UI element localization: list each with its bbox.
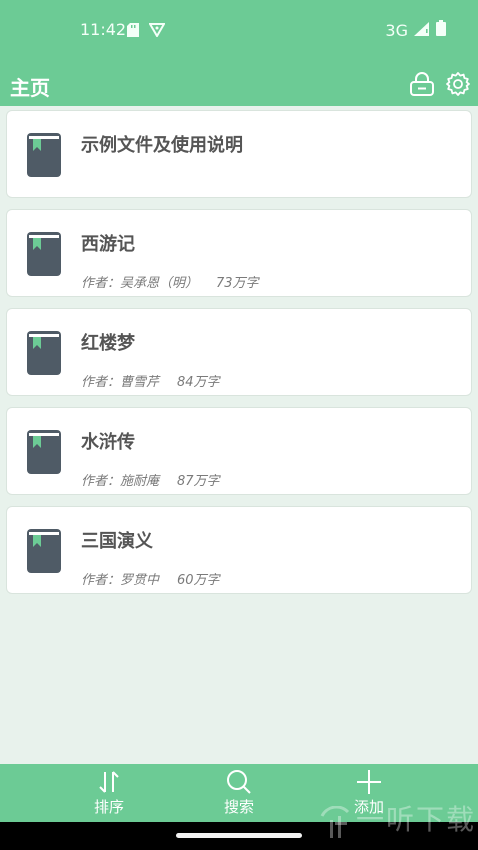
signal-icon bbox=[414, 21, 430, 40]
book-icon bbox=[27, 331, 61, 375]
book-word-count: 87万字 bbox=[177, 474, 220, 489]
book-meta: 作者：罗贯中 60万字 bbox=[81, 569, 220, 588]
shield-icon bbox=[148, 22, 166, 41]
book-icon bbox=[27, 529, 61, 573]
book-title: 西游记 bbox=[81, 234, 135, 255]
book-author: 作者：罗贯中 bbox=[81, 573, 160, 588]
search-icon bbox=[227, 770, 251, 794]
book-word-count: 84万字 bbox=[177, 375, 220, 390]
search-button[interactable]: 搜索 bbox=[189, 764, 289, 822]
status-right: 3G bbox=[385, 20, 446, 40]
sort-button[interactable]: 排序 bbox=[59, 764, 159, 822]
book-item-guide[interactable]: 示例文件及使用说明 bbox=[6, 110, 472, 198]
sort-icon bbox=[99, 771, 119, 793]
book-author: 作者：曹雪芹 bbox=[81, 375, 160, 390]
lock-button[interactable] bbox=[408, 70, 436, 98]
book-title: 三国演义 bbox=[81, 531, 153, 552]
book-list: 示例文件及使用说明 西游记 作者：吴承恩（明） 73万字 红楼梦 作者：曹雪芹 84… bbox=[6, 110, 472, 605]
book-icon bbox=[27, 133, 61, 177]
book-title: 示例文件及使用说明 bbox=[81, 135, 243, 156]
network-type: 3G bbox=[385, 20, 408, 40]
book-icon bbox=[27, 232, 61, 276]
settings-button[interactable] bbox=[444, 70, 472, 98]
book-item-sanguoyanyi[interactable]: 三国演义 作者：罗贯中 60万字 bbox=[6, 506, 472, 594]
search-label: 搜索 bbox=[223, 798, 254, 816]
status-time: 11:42 bbox=[80, 20, 127, 39]
status-notification-icons bbox=[127, 22, 166, 41]
app-actions bbox=[408, 70, 472, 98]
status-bar: 11:42 3G bbox=[0, 0, 478, 62]
page-title: 主页 bbox=[10, 76, 50, 100]
book-meta: 作者：吴承恩（明） 73万字 bbox=[81, 272, 259, 291]
sort-label: 排序 bbox=[93, 798, 124, 816]
sd-card-icon bbox=[127, 22, 139, 41]
book-meta: 作者：施耐庵 87万字 bbox=[81, 470, 220, 489]
plus-icon bbox=[357, 770, 381, 794]
book-word-count: 73万字 bbox=[216, 276, 259, 291]
book-item-shuihuzhuan[interactable]: 水浒传 作者：施耐庵 87万字 bbox=[6, 407, 472, 495]
watermark-text: 一听下载 bbox=[355, 803, 476, 836]
screen: 11:42 3G 主页 示例文件及使用说明 西游记 作者：吴承恩（明） 73万字… bbox=[0, 0, 478, 850]
book-item-xiyouji[interactable]: 西游记 作者：吴承恩（明） 73万字 bbox=[6, 209, 472, 297]
gear-icon bbox=[446, 72, 470, 96]
book-word-count: 60万字 bbox=[177, 573, 220, 588]
book-author: 作者：施耐庵 bbox=[81, 474, 160, 489]
home-gesture-bar[interactable] bbox=[176, 833, 302, 838]
book-title: 水浒传 bbox=[81, 432, 135, 453]
watermark-logo-icon bbox=[320, 806, 350, 838]
book-title: 红楼梦 bbox=[81, 333, 135, 354]
lock-icon bbox=[410, 72, 434, 96]
book-item-hongloumeng[interactable]: 红楼梦 作者：曹雪芹 84万字 bbox=[6, 308, 472, 396]
book-author: 作者：吴承恩（明） bbox=[81, 276, 199, 291]
book-icon bbox=[27, 430, 61, 474]
app-bar: 主页 bbox=[0, 62, 478, 106]
book-meta: 作者：曹雪芹 84万字 bbox=[81, 371, 220, 390]
battery-icon bbox=[436, 20, 446, 40]
